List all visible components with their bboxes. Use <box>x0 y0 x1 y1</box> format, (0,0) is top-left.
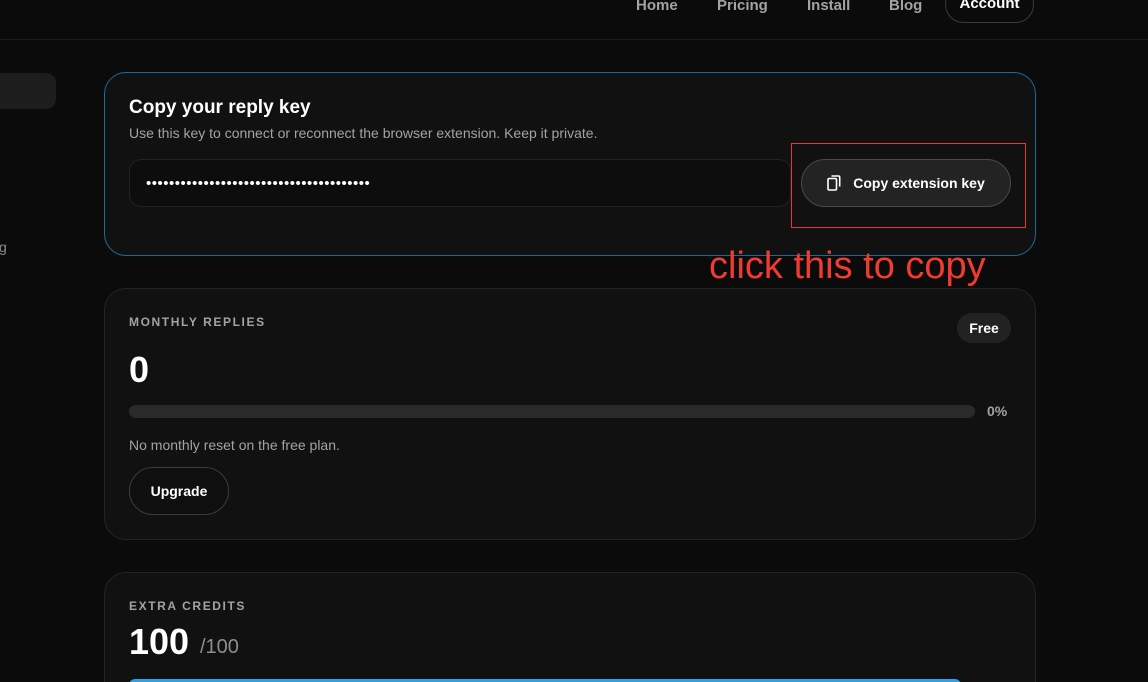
extra-credits-card: EXTRA CREDITS 100 /100 <box>104 572 1036 682</box>
extra-credits-total: /100 <box>200 636 239 658</box>
nav-install-link[interactable]: Install <box>807 0 850 15</box>
extra-credits-label: EXTRA CREDITS <box>129 599 247 613</box>
monthly-replies-count: 0 <box>129 349 150 390</box>
nav-account-label: Account <box>959 0 1020 12</box>
monthly-replies-label: MONTHLY REPLIES <box>129 315 266 329</box>
sidebar-item-fragment[interactable]: g <box>0 239 7 255</box>
copy-extension-key-button[interactable]: Copy extension key <box>801 159 1011 207</box>
reply-key-title: Copy your reply key <box>129 97 311 118</box>
copy-extension-key-label: Copy extension key <box>853 175 985 191</box>
copy-icon <box>827 175 841 191</box>
account-page: Home Pricing Install Blog Account g Copy… <box>0 0 1148 682</box>
nav-home-link[interactable]: Home <box>636 0 678 15</box>
extra-credits-count: 100 <box>129 621 190 662</box>
annotation-text: click this to copy <box>709 245 986 287</box>
plan-badge-label: Free <box>969 320 999 336</box>
nav-blog-link[interactable]: Blog <box>889 0 922 15</box>
free-plan-note: No monthly reset on the free plan. <box>129 437 340 453</box>
sidebar-item-active[interactable] <box>0 73 56 109</box>
upgrade-button-label: Upgrade <box>150 483 208 499</box>
upgrade-button[interactable]: Upgrade <box>129 467 229 515</box>
reply-key-card: Copy your reply key Use this key to conn… <box>104 72 1036 256</box>
monthly-replies-card: MONTHLY REPLIES Free 0 0% No monthly res… <box>104 288 1036 540</box>
reply-key-masked-value: ••••••••••••••••••••••••••••••••••••••• <box>146 174 371 192</box>
nav-pricing-link[interactable]: Pricing <box>717 0 768 15</box>
reply-key-field[interactable]: ••••••••••••••••••••••••••••••••••••••• <box>129 159 791 207</box>
reply-key-subtitle: Use this key to connect or reconnect the… <box>129 125 598 141</box>
monthly-progress-bar <box>129 405 975 418</box>
nav-account-button[interactable]: Account <box>945 0 1034 23</box>
plan-badge: Free <box>957 313 1011 343</box>
top-nav: Home Pricing Install Blog Account <box>0 0 1148 40</box>
monthly-progress-percent: 0% <box>987 403 1008 419</box>
